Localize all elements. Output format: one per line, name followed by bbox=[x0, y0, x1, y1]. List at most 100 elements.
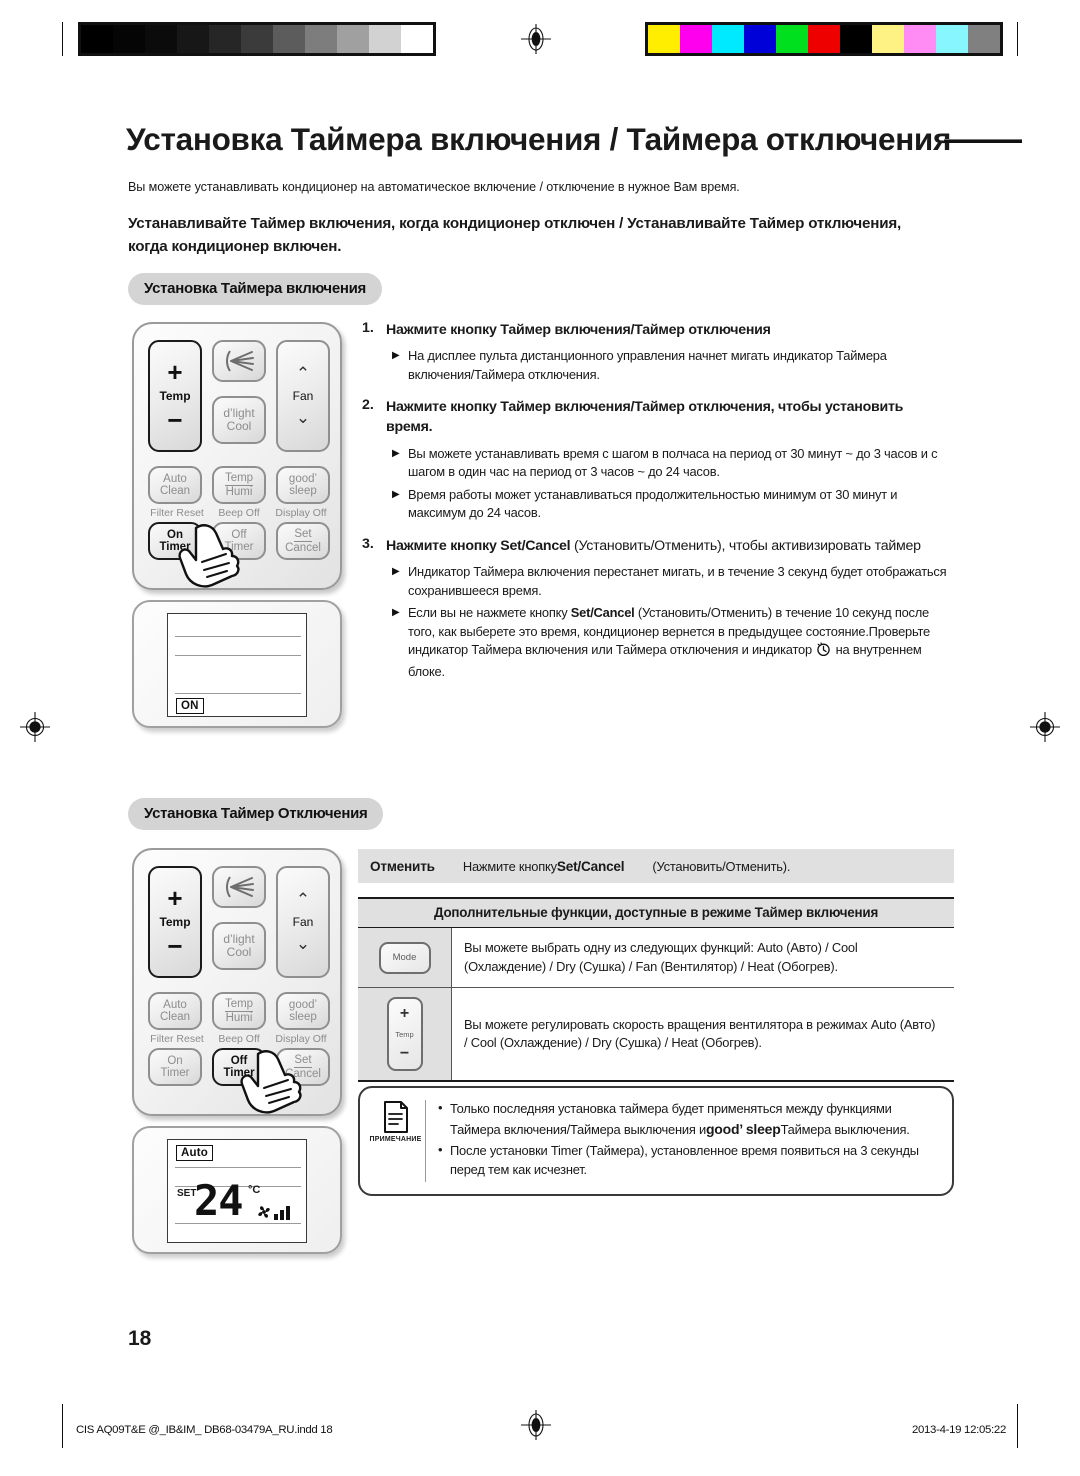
temp-button[interactable]: + Temp − bbox=[148, 340, 202, 452]
cancel-row-label: Отменить bbox=[370, 858, 435, 874]
auto-mode-badge: Auto bbox=[176, 1145, 213, 1162]
registration-mark-bottom bbox=[521, 1410, 551, 1440]
step-title: Нажмите кнопку Set/Cancel (Установить/От… bbox=[386, 536, 921, 556]
on-timer-button[interactable]: On Timer bbox=[148, 1048, 202, 1086]
off-timer-label: Timer bbox=[224, 541, 254, 553]
clean-label: Clean bbox=[159, 485, 191, 497]
set-cancel-button[interactable]: Set Cancel bbox=[276, 1048, 330, 1086]
step-3-bullets: ▶ Индикатор Таймера включения перестанет… bbox=[392, 563, 948, 681]
section-label-on-timer: Установка Таймера включения bbox=[128, 273, 383, 305]
set-label: Set bbox=[294, 1054, 312, 1068]
airflow-vane-button[interactable] bbox=[212, 866, 266, 908]
on-label: On bbox=[167, 1054, 183, 1067]
good-sleep-keyword: good’ sleep bbox=[705, 1120, 781, 1137]
mode-button-icon[interactable]: Mode bbox=[378, 941, 431, 974]
sleep-label: sleep bbox=[289, 1011, 317, 1023]
step-title-part-c: (Установить/Отменить), чтобы активизиров… bbox=[570, 537, 921, 554]
off-timer-button[interactable]: Off Timer bbox=[212, 1048, 266, 1086]
temperature-value: 24 bbox=[194, 1176, 244, 1225]
temp-humi-bottom-label: Humi bbox=[225, 486, 253, 498]
lcd-screen-off: Auto SET 24 °C bbox=[167, 1139, 307, 1243]
good-sleep-button[interactable]: good’ sleep bbox=[276, 992, 330, 1030]
chevron-down-icon: ⌄ bbox=[295, 408, 311, 428]
set-cancel-button[interactable]: Set Cancel bbox=[276, 522, 330, 560]
bullet-arrow-icon: ▶ bbox=[392, 566, 400, 578]
auto-clean-button[interactable]: Auto Clean bbox=[148, 466, 202, 504]
auto-clean-button[interactable]: Auto Clean bbox=[148, 992, 202, 1030]
color-calibration-bar bbox=[645, 22, 1003, 56]
temp-label: Temp bbox=[159, 388, 191, 403]
grayscale-swatch bbox=[209, 25, 241, 53]
on-timer-button[interactable]: On Timer bbox=[148, 522, 202, 560]
lead-paragraph: Устанавливайте Таймер включения, когда к… bbox=[128, 215, 902, 256]
remote-control-on-timer: + Temp − d’light Cool ⌃ Fan ⌄ Auto Clean… bbox=[132, 322, 342, 590]
cancel-label: Cancel bbox=[285, 542, 321, 554]
good-label: good’ bbox=[288, 472, 318, 485]
mode-button-label: Mode bbox=[392, 952, 417, 964]
note-body: • Только последняя установка таймера буд… bbox=[426, 1100, 938, 1182]
on-timer-label: Timer bbox=[160, 1067, 190, 1079]
lcd-screen-on: ON bbox=[167, 613, 307, 717]
temp-humi-top-label: Temp bbox=[224, 472, 254, 486]
color-swatch bbox=[968, 25, 1000, 53]
title-rule bbox=[944, 139, 1022, 143]
note-icon-group: ПРИМЕЧАНИЕ bbox=[369, 1100, 426, 1183]
step-2: 2. Нажмите кнопку Таймер включения/Тайме… bbox=[362, 397, 948, 437]
airflow-vane-button[interactable] bbox=[212, 340, 266, 382]
temp-button[interactable]: + Temp − bbox=[148, 866, 202, 978]
bullet-arrow-icon: ▶ bbox=[392, 607, 400, 619]
fan-button[interactable]: ⌃ Fan ⌄ bbox=[276, 340, 330, 452]
grayscale-swatch bbox=[305, 25, 337, 53]
mini-temp-label: Temp bbox=[395, 1029, 414, 1039]
chevron-down-icon: ⌄ bbox=[295, 934, 311, 954]
filter-reset-sublabel: Filter Reset bbox=[150, 1033, 204, 1045]
temp-humi-bottom-label: Humi bbox=[225, 1012, 253, 1024]
color-swatch bbox=[680, 25, 712, 53]
color-swatch bbox=[648, 25, 680, 53]
color-swatch bbox=[872, 25, 904, 53]
degree-unit-label: °C bbox=[248, 1184, 261, 1196]
footer-datetime: 2013-4-19 12:05:22 bbox=[911, 1424, 1006, 1436]
step-number: 3. bbox=[362, 535, 374, 552]
table-row-text: Вы можете выбрать одну из следующих функ… bbox=[464, 940, 858, 974]
airflow-icon bbox=[226, 350, 254, 372]
temp-humi-button[interactable]: Temp Humi bbox=[212, 992, 266, 1030]
display-off-sublabel: Display Off bbox=[275, 507, 327, 519]
clean-label: Clean bbox=[159, 1011, 191, 1023]
bullet-dot-icon: • bbox=[438, 1142, 443, 1158]
dlight-cool-button[interactable]: d’light Cool bbox=[212, 922, 266, 970]
grayscale-calibration-bar bbox=[78, 22, 436, 56]
color-swatch bbox=[776, 25, 808, 53]
good-sleep-button[interactable]: good’ sleep bbox=[276, 466, 330, 504]
timer-clock-icon bbox=[816, 642, 831, 663]
set-cancel-keyword: Set/Cancel bbox=[500, 537, 571, 554]
manual-page: Установка Таймера включения / Таймера от… bbox=[0, 0, 1080, 1476]
note-caption: ПРИМЕЧАНИЕ bbox=[369, 1136, 422, 1143]
table-header: Дополнительные функции, доступные в режи… bbox=[358, 899, 954, 928]
temp-button-icon[interactable]: + Temp − bbox=[386, 997, 423, 1072]
off-timer-button[interactable]: Off Timer bbox=[212, 522, 266, 560]
bullet-arrow-icon: ▶ bbox=[392, 447, 400, 459]
note-text: Только последняя установка таймера будет… bbox=[450, 1100, 938, 1139]
intro-paragraph: Вы можете устанавливать кондиционер на а… bbox=[128, 180, 740, 194]
color-swatch bbox=[712, 25, 744, 53]
beep-off-sublabel: Beep Off bbox=[218, 1033, 260, 1045]
grayscale-swatch bbox=[273, 25, 305, 53]
dlight-cool-button[interactable]: d’light Cool bbox=[212, 396, 266, 444]
fan-button[interactable]: ⌃ Fan ⌄ bbox=[276, 866, 330, 978]
temp-humi-button[interactable]: Temp Humi bbox=[212, 466, 266, 504]
step-title-part-a: Нажмите кнопку bbox=[386, 537, 501, 554]
section-label-off-timer: Установка Таймер Отключения bbox=[128, 798, 384, 830]
sleep-label: sleep bbox=[289, 485, 317, 497]
lcd-panel-on: ON bbox=[132, 600, 342, 728]
lcd-panel-off: Auto SET 24 °C bbox=[132, 1126, 342, 1254]
chevron-up-icon: ⌃ bbox=[295, 364, 311, 384]
lcd-divider bbox=[175, 655, 301, 657]
note-text: После установки Timer (Таймера), установ… bbox=[450, 1143, 919, 1177]
color-swatch bbox=[744, 25, 776, 53]
bullet-arrow-icon: ▶ bbox=[392, 488, 400, 500]
set-cancel-keyword: Set/Cancel bbox=[556, 858, 625, 874]
note-box: ПРИМЕЧАНИЕ • Только последняя установка … bbox=[358, 1086, 954, 1197]
grayscale-swatch bbox=[145, 25, 177, 53]
off-label: Off bbox=[231, 528, 247, 541]
